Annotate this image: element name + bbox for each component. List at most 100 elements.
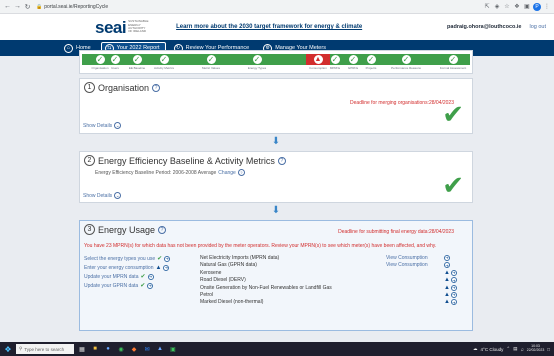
volume-icon[interactable]: ♫: [520, 347, 523, 352]
translate-icon[interactable]: ◈: [493, 3, 501, 11]
seai-logo[interactable]: seai SUSTAINABLE ENERGY AUTHORITY OF IRE…: [95, 17, 149, 37]
back-arrow-icon[interactable]: ←: [3, 2, 12, 11]
search-icon: ⚲: [19, 346, 23, 351]
network-icon[interactable]: ▤: [513, 346, 517, 352]
logo-word: seai: [95, 17, 127, 37]
task-view-icon[interactable]: ▦: [77, 344, 87, 354]
help-icon[interactable]: ?: [237, 169, 245, 176]
extensions-icon[interactable]: ❖: [513, 3, 521, 11]
logo-tagline: SUSTAINABLE ENERGY AUTHORITY OF IRELAND: [128, 19, 149, 34]
step-performance-reasons[interactable]: ✓ Performance Reasons: [391, 54, 421, 70]
site-header: seai SUSTAINABLE ENERGY AUTHORITY OF IRE…: [0, 14, 554, 40]
arrow-right-icon[interactable]: ➜: [450, 277, 457, 284]
arrow-right-icon[interactable]: ➜: [444, 262, 450, 269]
share-icon[interactable]: ⇱: [483, 3, 491, 11]
organisation-show-details[interactable]: Show Details ⌄: [83, 122, 122, 129]
action-update-gprn[interactable]: Update your GPRN data ✔ ➜: [84, 281, 194, 290]
action-enter-consumption[interactable]: Enter your energy consumption ▲ ➜: [84, 263, 194, 272]
home-icon: ⌂: [64, 43, 73, 53]
energy-type-row: Kerosene ▲ ➜: [200, 269, 457, 276]
arrow-right-icon[interactable]: ➜: [444, 254, 450, 261]
weather-text[interactable]: 4°C Cloudy: [481, 347, 504, 352]
show-details-label: Show Details: [83, 192, 113, 199]
profile-avatar[interactable]: P: [533, 2, 541, 11]
section-title: Organisation: [98, 82, 150, 93]
user-email: padraig.ohora@louthcoco.ie: [447, 24, 522, 30]
app-icon[interactable]: ◆: [129, 344, 139, 354]
chrome-icon[interactable]: ◉: [116, 344, 126, 354]
taskbar-search[interactable]: ⚲ Type here to search: [16, 344, 74, 354]
section-organisation-title: 1 Organisation ?: [80, 79, 472, 96]
teams-icon[interactable]: ▲: [155, 344, 165, 354]
step-metric-values[interactable]: ✓ Metric Values: [196, 54, 226, 70]
target-framework-link[interactable]: Learn more about the 2030 target framewo…: [176, 24, 362, 30]
step-projects[interactable]: ✓ Projects: [356, 54, 386, 70]
help-icon[interactable]: ?: [277, 156, 286, 165]
lock-icon: 🔒: [36, 3, 43, 10]
outlook-icon[interactable]: ✉: [142, 344, 152, 354]
excel-icon[interactable]: ▣: [168, 344, 178, 354]
step-formal-assessment[interactable]: ✓ Formal Assessment: [438, 54, 468, 70]
windows-start-icon[interactable]: ❖: [3, 344, 13, 354]
mprn-warning-message: You have 23 MPRN(s) for which data has n…: [84, 243, 437, 249]
arrow-right-icon[interactable]: ➜: [163, 264, 170, 271]
check-icon: ✓: [447, 54, 459, 65]
check-icon: ✔: [140, 274, 146, 281]
report-content: ✓ Organisation ✓ Users ✓ EE Baseline ✓ Activ…: [79, 50, 473, 331]
arrow-right-icon[interactable]: ➜: [450, 284, 457, 291]
warning-icon: ▲: [444, 291, 450, 298]
arrow-right-icon[interactable]: ➜: [147, 273, 154, 280]
check-icon: ✓: [251, 54, 263, 65]
action-select-energy-types[interactable]: Select the energy types you use ✔ ➜: [84, 254, 194, 263]
puzzle-icon[interactable]: ▣: [523, 3, 531, 11]
taskbar-search-placeholder: Type here to search: [24, 346, 65, 352]
warning-icon: ▲: [444, 269, 450, 276]
step-energy-types[interactable]: ✓ Energy Types: [242, 54, 272, 70]
edge-icon[interactable]: ●: [103, 344, 113, 354]
menu-dots-icon[interactable]: ⋮: [543, 3, 551, 11]
show-details-label: Show Details: [83, 122, 113, 129]
browser-toolbar: ← → ↻ 🔒 portal.seai.ie/ReportingCycle ⇱ …: [0, 0, 554, 14]
logout-link[interactable]: log out: [529, 24, 546, 30]
address-bar[interactable]: 🔒 portal.seai.ie/ReportingCycle: [36, 2, 156, 11]
clock-date: 22/02/2023: [526, 348, 545, 352]
tray-chevron-icon[interactable]: ⌃: [506, 346, 510, 352]
reload-icon[interactable]: ↻: [23, 2, 32, 11]
step-activity-metrics[interactable]: ✓ Activity Metrics: [149, 54, 179, 70]
arrow-right-icon[interactable]: ➜: [164, 255, 171, 262]
help-icon[interactable]: ?: [152, 83, 161, 92]
taskbar-clock[interactable]: 10:03 22/02/2023: [526, 344, 545, 353]
action-update-mprn[interactable]: Update your MPRN data ✔ ➜: [84, 272, 194, 281]
chevron-down-icon: ⌄: [114, 192, 122, 199]
step-ee-baseline[interactable]: ✓ EE Baseline: [122, 54, 152, 70]
notifications-icon[interactable]: □: [547, 347, 550, 352]
check-icon: ✔: [157, 256, 163, 263]
help-icon[interactable]: ?: [158, 225, 167, 234]
warning-icon: ▲: [444, 299, 450, 306]
system-tray: ☁ 4°C Cloudy ⌃ ▤ ♫ 10:03 22/02/2023 □: [473, 344, 554, 353]
section-title: Energy Efficiency Baseline & Activity Me…: [98, 155, 275, 166]
file-explorer-icon[interactable]: ■: [90, 344, 100, 354]
arrow-right-icon[interactable]: ➜: [147, 282, 154, 289]
check-icon: ✓: [158, 54, 170, 65]
view-consumption-link[interactable]: View Consumption: [386, 255, 444, 261]
energy-type-row: Onsite Generation by Non-Fuel Renewables…: [200, 284, 457, 291]
baseline-show-details[interactable]: Show Details ⌄: [83, 192, 122, 199]
section-title: Energy Usage: [98, 224, 156, 235]
down-arrow-icon: ⬇: [271, 135, 281, 147]
complete-check-icon: ✔: [442, 170, 464, 200]
forward-arrow-icon[interactable]: →: [13, 2, 22, 11]
energy-type-row: Natural Gas (GPRN data) View Consumption ➜: [200, 262, 450, 269]
bookmark-star-icon[interactable]: ☆: [503, 3, 511, 11]
view-consumption-link[interactable]: View Consumption: [386, 262, 444, 268]
arrow-right-icon[interactable]: ➜: [450, 269, 457, 276]
baseline-period-text: Energy Efficiency Baseline Period: 2006-…: [95, 169, 217, 176]
energy-type-row: Marked Diesel (non-thermal) ▲ ➜: [200, 299, 457, 306]
change-baseline-link[interactable]: Change: [218, 170, 236, 176]
arrow-right-icon[interactable]: ➜: [450, 299, 457, 306]
user-area: padraig.ohora@louthcoco.ie log out: [447, 24, 546, 30]
url-text: portal.seai.ie/ReportingCycle: [44, 3, 109, 10]
windows-taskbar: ❖ ⚲ Type here to search ▦ ■ ● ◉ ◆ ✉ ▲ ▣ …: [0, 342, 554, 356]
arrow-right-icon[interactable]: ➜: [450, 291, 457, 298]
check-icon: ✓: [400, 54, 412, 65]
